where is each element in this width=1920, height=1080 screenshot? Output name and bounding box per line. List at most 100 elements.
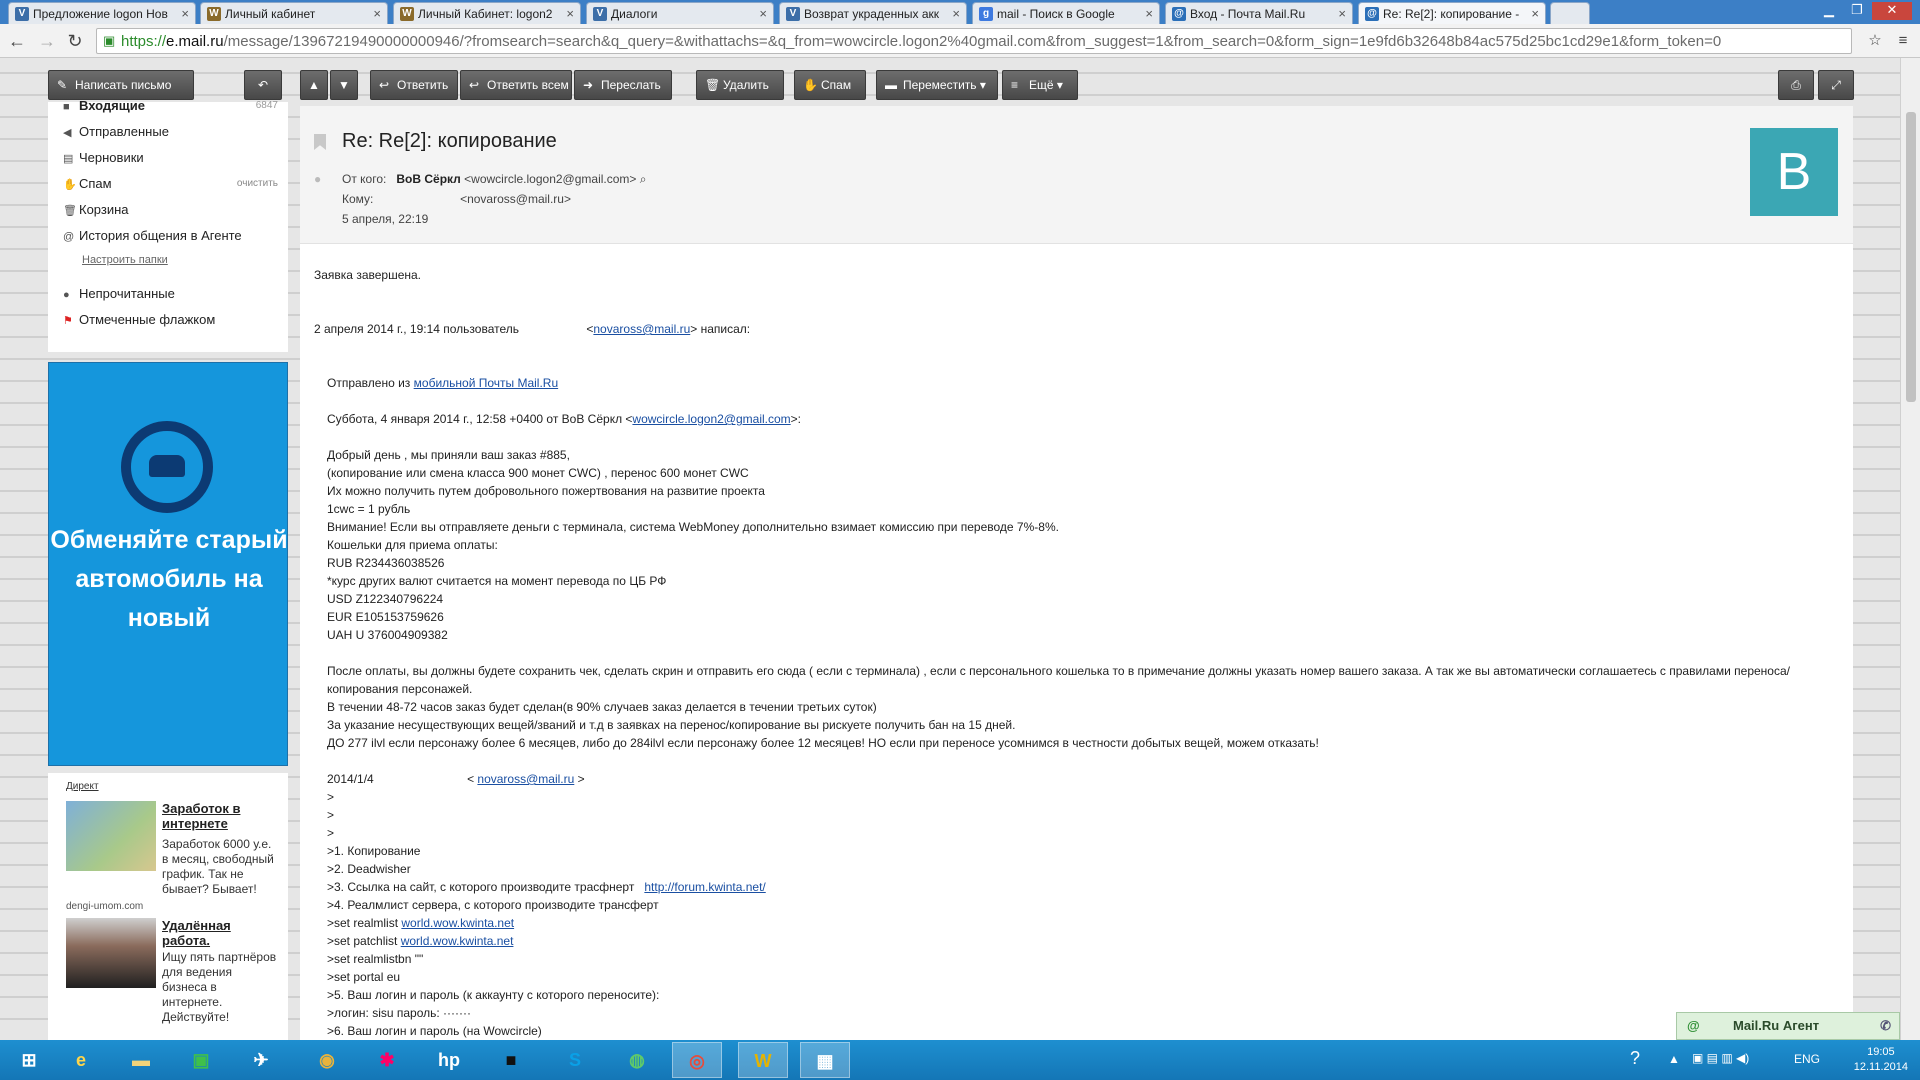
- saturday-line: Суббота, 4 января 2014 г., 12:58 +0400 о…: [327, 412, 802, 426]
- media-player-icon[interactable]: ◉: [302, 1042, 352, 1078]
- page-scrollbar[interactable]: [1900, 58, 1920, 1040]
- file-explorer-icon[interactable]: ▬: [116, 1042, 166, 1078]
- store-icon[interactable]: ▣: [176, 1042, 226, 1078]
- close-tab-icon[interactable]: ×: [566, 6, 574, 21]
- print-button[interactable]: ⎙: [1778, 70, 1814, 100]
- hp-icon[interactable]: hp: [424, 1042, 474, 1078]
- clock[interactable]: 19:05 12.11.2014: [1854, 1045, 1908, 1075]
- scrollbar-thumb[interactable]: [1906, 112, 1916, 402]
- filter-flagged[interactable]: ⚑ Отмеченные флажком: [63, 312, 215, 327]
- menu-icon[interactable]: ≡: [1892, 30, 1914, 52]
- minimize-icon[interactable]: ▁: [1816, 2, 1842, 20]
- tray-arrow-icon[interactable]: ▲: [1668, 1052, 1680, 1066]
- undo-button[interactable]: ↶: [244, 70, 282, 100]
- email-link[interactable]: novaross@mail.ru: [477, 772, 574, 786]
- ad-title[interactable]: Заработок в интернете: [162, 801, 277, 831]
- dot-icon: ●: [63, 289, 70, 301]
- prev-message-button[interactable]: ▲: [300, 70, 328, 100]
- internet-explorer-icon[interactable]: e: [56, 1042, 106, 1078]
- app-icon[interactable]: ▦: [800, 1042, 850, 1078]
- tray-icons[interactable]: ▣ ▤ ▥ ◀): [1692, 1051, 1749, 1065]
- browser-tab[interactable]: V Диалоги ×: [586, 2, 774, 24]
- help-icon[interactable]: ?: [1630, 1048, 1640, 1069]
- skype-icon[interactable]: S: [550, 1042, 600, 1078]
- ad-site[interactable]: dengi-umom.com: [66, 901, 143, 912]
- close-tab-icon[interactable]: ×: [952, 6, 960, 21]
- new-tab-button[interactable]: [1550, 2, 1590, 24]
- reply-all-button[interactable]: ↩ Ответить всем: [460, 70, 572, 100]
- recipient-email[interactable]: <novaross@mail.ru>: [460, 192, 571, 206]
- reply-button[interactable]: ↩ Ответить: [370, 70, 458, 100]
- move-button[interactable]: ▬ Переместить ▾: [876, 70, 998, 100]
- mail-toolbar: ✎ Написать письмо ↶ ▲ ▼ ↩ Ответить ↩ Ответи…: [48, 70, 1878, 100]
- body-line: UAH U 376004909382: [327, 628, 448, 642]
- folder-settings-link[interactable]: Настроить папки: [82, 254, 168, 266]
- bookmark-star-icon[interactable]: ☆: [1864, 30, 1886, 52]
- browser-tab[interactable]: @ Вход - Почта Mail.Ru ×: [1165, 2, 1353, 24]
- spam-label: Спам: [821, 78, 852, 92]
- chrome-icon[interactable]: ◎: [672, 1042, 722, 1078]
- folder-drafts[interactable]: ▤ Черновики: [63, 150, 144, 165]
- app-icon[interactable]: ✱: [362, 1042, 412, 1078]
- close-tab-icon[interactable]: ×: [373, 6, 381, 21]
- app-icon[interactable]: ✈: [236, 1042, 286, 1078]
- expand-button[interactable]: ⤢: [1818, 70, 1854, 100]
- clean-spam-link[interactable]: очистить: [237, 178, 278, 189]
- forum-link[interactable]: http://forum.kwinta.net/: [644, 880, 765, 894]
- language-indicator[interactable]: ENG: [1794, 1052, 1820, 1066]
- folder-inbox[interactable]: ■ Входящие: [63, 98, 145, 113]
- promo-banner[interactable]: Обменяйте старый автомобиль на новый: [48, 362, 288, 766]
- start-button[interactable]: ⊞: [4, 1042, 54, 1078]
- close-tab-icon[interactable]: ×: [759, 6, 767, 21]
- agent-icon: @: [1687, 1018, 1700, 1033]
- folder-sent[interactable]: ◀ Отправленные: [63, 124, 169, 139]
- delete-button[interactable]: 🗑 Удалить: [696, 70, 784, 100]
- browser-tab[interactable]: W Личный кабинет ×: [200, 2, 388, 24]
- sender-name[interactable]: ВоВ Сёркл: [396, 172, 460, 186]
- maximize-icon[interactable]: ❐: [1844, 2, 1870, 20]
- browser-tab[interactable]: g mail - Поиск в Google ×: [972, 2, 1160, 24]
- terminal-icon[interactable]: ■: [486, 1042, 536, 1078]
- back-arrow-icon[interactable]: ←: [6, 30, 28, 52]
- bookmark-flag-icon[interactable]: [314, 134, 326, 150]
- undo-icon: ↶: [257, 78, 269, 92]
- app-icon[interactable]: ◍: [612, 1042, 662, 1078]
- direct-label[interactable]: Директ: [66, 781, 99, 792]
- patchlist-link[interactable]: world.wow.kwinta.net: [401, 934, 514, 948]
- tab-title: mail - Поиск в Google: [997, 7, 1115, 21]
- browser-tab[interactable]: V Возврат украденных акк ×: [779, 2, 967, 24]
- email-link[interactable]: novaross@mail.ru: [593, 322, 690, 336]
- more-button[interactable]: ≡ Ещё ▾: [1002, 70, 1078, 100]
- close-tab-icon[interactable]: ×: [181, 6, 189, 21]
- folder-agent-history[interactable]: @ История общения в Агенте: [63, 228, 242, 243]
- mail-agent-bar[interactable]: @ Mail.Ru Агент ✆: [1676, 1012, 1900, 1040]
- next-message-button[interactable]: ▼: [330, 70, 358, 100]
- delete-label: Удалить: [723, 78, 769, 92]
- email-link[interactable]: wowcircle.logon2@gmail.com: [632, 412, 790, 426]
- reload-icon[interactable]: ↻: [64, 30, 86, 52]
- folder-spam[interactable]: ✋ Спам: [63, 176, 112, 191]
- folder-trash[interactable]: 🗑 Корзина: [63, 202, 129, 217]
- close-tab-icon[interactable]: ×: [1531, 6, 1539, 21]
- browser-tab-active[interactable]: @ Re: Re[2]: копирование - ×: [1358, 2, 1546, 24]
- address-bar[interactable]: ▣ https://e.mail.ru/message/1396721949000…: [96, 28, 1852, 54]
- forward-button[interactable]: ➜ Переслать: [574, 70, 672, 100]
- forward-arrow-icon[interactable]: →: [36, 30, 58, 52]
- close-tab-icon[interactable]: ×: [1145, 6, 1153, 21]
- spam-button[interactable]: ✋ Спам: [794, 70, 866, 100]
- sender-email[interactable]: <wowcircle.logon2@gmail.com>: [464, 172, 636, 186]
- mobile-mail-link[interactable]: мобильной Почты Mail.Ru: [414, 376, 559, 390]
- search-icon[interactable]: ⌕: [640, 172, 647, 186]
- warcraft-icon[interactable]: W: [738, 1042, 788, 1078]
- ad-title[interactable]: Удалённая работа.: [162, 918, 277, 948]
- browser-tab[interactable]: W Личный Кабинет: logon2 ×: [393, 2, 581, 24]
- filter-unread[interactable]: ● Непрочитанные: [63, 286, 175, 301]
- compose-button[interactable]: ✎ Написать письмо: [48, 70, 194, 100]
- close-tab-icon[interactable]: ×: [1338, 6, 1346, 21]
- browser-tab[interactable]: V Предложение logon Нов ×: [8, 2, 196, 24]
- tab-title: Re: Re[2]: копирование -: [1383, 7, 1520, 21]
- close-window-icon[interactable]: ✕: [1872, 2, 1912, 20]
- realmlist-link[interactable]: world.wow.kwinta.net: [401, 916, 514, 930]
- read-status-icon[interactable]: ●: [314, 172, 321, 186]
- phone-icon[interactable]: ✆: [1880, 1013, 1891, 1039]
